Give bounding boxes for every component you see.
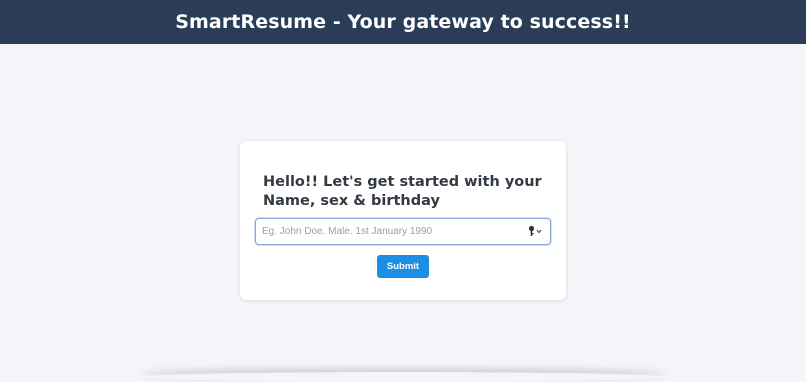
name-sex-birthday-input[interactable] xyxy=(262,219,522,244)
app-header: SmartResume - Your gateway to success!! xyxy=(0,0,806,44)
page-title: SmartResume - Your gateway to success!! xyxy=(175,11,631,33)
name-sex-birthday-field[interactable] xyxy=(255,218,551,245)
intro-form-card: Hello!! Let's get started with your Name… xyxy=(240,141,566,300)
bottom-panel-edge xyxy=(140,372,666,382)
form-heading: Hello!! Let's get started with your Name… xyxy=(263,174,542,209)
submit-button[interactable]: Submit xyxy=(377,255,429,278)
key-icon[interactable] xyxy=(528,225,542,237)
